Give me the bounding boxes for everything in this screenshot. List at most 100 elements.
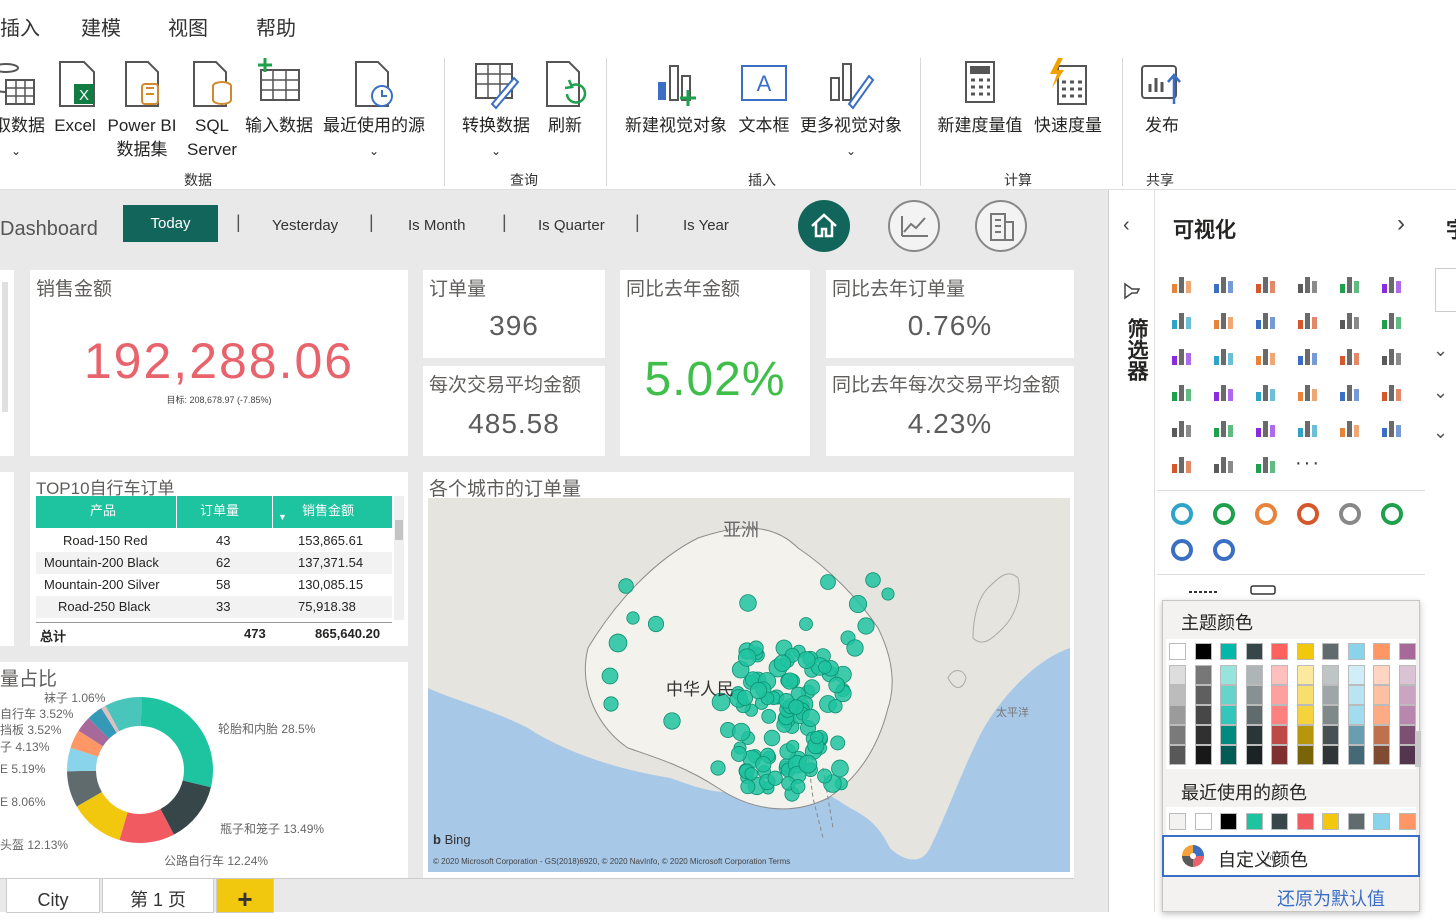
color-swatch[interactable] xyxy=(1220,665,1237,685)
table-row[interactable]: Mountain-200 Black 62 137,371.54 xyxy=(36,552,392,574)
city-point[interactable] xyxy=(773,654,792,672)
city-point[interactable] xyxy=(603,696,619,712)
table-row[interactable]: Mountain-200 Silver 58 130,085.15 xyxy=(36,574,392,596)
city-point[interactable] xyxy=(786,739,800,753)
header-sales[interactable]: 销售金额 xyxy=(302,500,354,519)
gauge-icon[interactable] xyxy=(1253,380,1279,404)
table-row[interactable]: Road-250 Black 33 75,918.38 xyxy=(36,596,392,618)
color-swatch[interactable] xyxy=(1296,705,1314,725)
multi-card-icon[interactable] xyxy=(1337,380,1363,404)
color-swatch[interactable] xyxy=(1194,705,1212,725)
yesterday-button[interactable]: Yesterday xyxy=(272,217,338,234)
color-swatch[interactable] xyxy=(1296,685,1314,705)
city-point[interactable] xyxy=(755,756,772,773)
color-swatch[interactable] xyxy=(1271,745,1288,765)
palette-scrollbar[interactable] xyxy=(1415,731,1421,767)
r-visual-icon[interactable] xyxy=(1295,416,1321,440)
header-product[interactable]: 产品 xyxy=(90,500,116,519)
expand-icon[interactable]: › xyxy=(1397,210,1405,238)
card-icon[interactable] xyxy=(1295,380,1321,404)
city-point[interactable] xyxy=(710,760,726,776)
color-swatch[interactable] xyxy=(1169,745,1186,765)
color-swatch[interactable] xyxy=(1322,665,1339,685)
chevron-down-icon[interactable]: ⌄ xyxy=(1433,422,1448,443)
funnel-icon[interactable] xyxy=(1211,344,1237,368)
city-point[interactable] xyxy=(828,699,843,714)
sales-card[interactable]: 销售金额 192,288.06 目标: 208,678.97 (-7.85%) xyxy=(30,270,408,456)
table-scrollbar[interactable] xyxy=(394,496,404,620)
color-swatch[interactable] xyxy=(1373,665,1390,685)
city-point[interactable] xyxy=(739,594,757,612)
enter-data-button[interactable]: 输入数据 xyxy=(241,58,317,138)
powerbi-dataset-button[interactable]: Power BI 数据集 xyxy=(104,58,180,162)
menu-view[interactable]: 视图 xyxy=(168,12,208,41)
is-quarter-button[interactable]: Is Quarter xyxy=(538,217,605,234)
color-swatch[interactable] xyxy=(1271,685,1288,705)
tab-page-1[interactable]: 第 1 页 xyxy=(102,879,214,913)
report-button[interactable] xyxy=(975,200,1027,252)
treemap-icon[interactable] xyxy=(1379,344,1405,368)
city-point[interactable] xyxy=(767,770,783,786)
city-point[interactable] xyxy=(740,779,756,795)
color-swatch[interactable] xyxy=(1194,745,1212,765)
color-swatch[interactable] xyxy=(1347,685,1365,705)
menu-help[interactable]: 帮助 xyxy=(256,12,296,41)
color-swatch[interactable] xyxy=(1398,685,1416,705)
map-icon[interactable] xyxy=(1169,380,1195,404)
city-point[interactable] xyxy=(749,681,768,700)
pie-icon[interactable] xyxy=(1295,344,1321,368)
color-swatch[interactable] xyxy=(1398,745,1416,765)
new-visual-button[interactable]: 新建视觉对象 xyxy=(620,58,732,138)
city-point[interactable] xyxy=(601,667,619,685)
excel-button[interactable]: X Excel xyxy=(52,58,98,138)
color-swatch[interactable] xyxy=(1373,725,1390,745)
color-swatch[interactable] xyxy=(1220,745,1237,765)
city-point[interactable] xyxy=(848,594,868,614)
recent-sources-button[interactable]: 最近使用的源 ⌄ xyxy=(318,58,430,163)
color-swatch[interactable] xyxy=(1296,665,1314,685)
color-swatch[interactable] xyxy=(1373,705,1390,725)
color-swatch[interactable] xyxy=(1271,665,1288,685)
donut-icon[interactable] xyxy=(1337,344,1363,368)
city-point[interactable] xyxy=(663,712,681,730)
globe-icon[interactable] xyxy=(1211,452,1237,476)
color-swatch[interactable] xyxy=(1169,705,1186,725)
city-point[interactable] xyxy=(761,708,777,724)
city-point[interactable] xyxy=(763,729,781,747)
city-point[interactable] xyxy=(830,735,846,751)
color-swatch[interactable] xyxy=(1398,665,1416,685)
chevron-down-icon[interactable]: ⌄ xyxy=(1433,382,1448,403)
color-swatch[interactable] xyxy=(1296,643,1314,660)
city-point[interactable] xyxy=(618,578,634,594)
color-swatch[interactable] xyxy=(1398,643,1416,660)
matrix-icon[interactable] xyxy=(1253,416,1279,440)
text-box-button[interactable]: A 文本框 xyxy=(735,58,793,138)
city-point[interactable] xyxy=(801,708,820,727)
city-map[interactable] xyxy=(428,498,1070,872)
city-point[interactable] xyxy=(730,745,747,762)
color-swatch[interactable] xyxy=(1347,705,1365,725)
fields-icon[interactable] xyxy=(1187,584,1221,598)
clustered-column-icon[interactable] xyxy=(1295,272,1321,296)
new-measure-button[interactable]: 新建度量值 xyxy=(932,58,1028,138)
is-year-button[interactable]: Is Year xyxy=(683,217,729,234)
recent-color-swatch[interactable] xyxy=(1373,813,1390,830)
recent-color-swatch[interactable] xyxy=(1347,813,1365,830)
sql-server-button[interactable]: SQL Server xyxy=(182,58,242,162)
yoy-avg-card[interactable]: 同比去年每次交易平均金额 4.23% xyxy=(826,366,1074,456)
custom-color-button[interactable]: 自定义颜色 ☝ xyxy=(1162,835,1420,877)
color-swatch[interactable] xyxy=(1169,665,1186,685)
100-column-icon[interactable] xyxy=(1379,272,1405,296)
header-orders[interactable]: 订单量 xyxy=(200,500,239,519)
color-swatch[interactable] xyxy=(1169,685,1186,705)
city-point[interactable] xyxy=(817,768,833,784)
color-swatch[interactable] xyxy=(1322,685,1339,705)
recent-color-swatch[interactable] xyxy=(1398,813,1416,830)
custom-visual-4-icon[interactable] xyxy=(1295,502,1321,526)
add-page-button[interactable]: + xyxy=(216,879,274,914)
city-point[interactable] xyxy=(810,730,824,745)
city-point[interactable] xyxy=(831,759,849,778)
city-point[interactable] xyxy=(788,699,804,715)
city-point[interactable] xyxy=(732,722,751,742)
refresh-button[interactable]: 刷新 xyxy=(540,58,590,138)
